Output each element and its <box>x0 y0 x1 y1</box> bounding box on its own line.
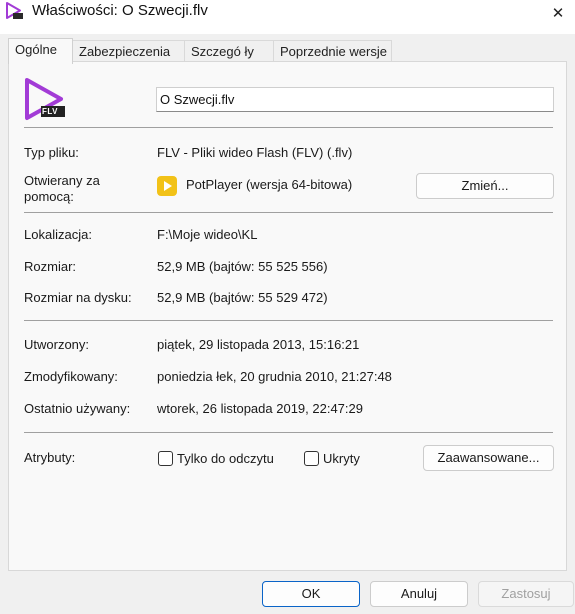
general-panel <box>8 61 567 571</box>
file-type-value: FLV - Pliki wideo Flash (FLV) (.flv) <box>157 145 353 160</box>
created-value: piątek, 29 listopada 2013, 15:16:21 <box>157 337 360 352</box>
opens-with-label-line1: Otwierany za <box>24 173 100 188</box>
ok-button[interactable]: OK <box>262 581 360 607</box>
tab-details[interactable]: Szczegó ły <box>184 40 274 61</box>
filename-input[interactable] <box>156 87 554 112</box>
cancel-button[interactable]: Anuluj <box>370 581 468 607</box>
close-icon: ✕ <box>551 5 565 22</box>
disk-size-label: Rozmiar na dysku: <box>24 290 132 305</box>
modified-label: Zmodyfikowany: <box>24 369 118 384</box>
accessed-value: wtorek, 26 listopada 2019, 22:47:29 <box>157 401 363 416</box>
readonly-label: Tylko do odczytu <box>177 451 274 466</box>
location-value: F:\Moje wideo\KL <box>157 227 258 242</box>
tab-general[interactable]: Ogólne <box>8 38 73 64</box>
window-title: Właściwości: O Szwecji.flv <box>32 2 208 19</box>
size-label: Rozmiar: <box>24 259 77 274</box>
close-button[interactable]: ✕ <box>541 0 575 26</box>
flv-badge: FLV <box>42 107 59 116</box>
tab-security[interactable]: Zabezpieczenia <box>72 40 185 61</box>
accessed-label: Ostatnio używany: <box>24 401 131 416</box>
separator <box>24 212 553 213</box>
opens-with-label: Otwierany za pomocą: <box>24 173 100 205</box>
opens-with-label-line2: pomocą: <box>24 189 74 204</box>
potplayer-icon <box>157 176 177 196</box>
created-label: Utworzony: <box>24 337 90 352</box>
opens-with-value: PotPlayer (wersja 64-bitowa) <box>186 177 353 192</box>
change-button[interactable]: Zmień... <box>416 173 554 199</box>
advanced-button[interactable]: Zaawansowane... <box>423 445 554 471</box>
title-bar: Właściwości: O Szwecji.flv ✕ <box>0 0 575 34</box>
hidden-checkbox[interactable] <box>304 451 319 466</box>
location-label: Lokalizacja: <box>24 227 92 242</box>
separator <box>24 127 553 128</box>
modified-value: poniedzia łek, 20 grudnia 2010, 21:27:48 <box>157 369 392 384</box>
size-value: 52,9 MB (bajtów: 55 525 556) <box>157 259 328 274</box>
flv-large-icon: FLV <box>24 78 68 122</box>
tab-previous-versions[interactable]: Poprzednie wersje <box>273 40 392 61</box>
file-type-label: Typ pliku: <box>24 145 79 160</box>
separator <box>24 432 553 433</box>
flv-file-icon <box>6 2 23 19</box>
separator <box>24 320 553 321</box>
apply-button[interactable]: Zastosuj <box>478 581 574 607</box>
attributes-label: Atrybuty: <box>24 450 76 465</box>
disk-size-value: 52,9 MB (bajtów: 55 529 472) <box>157 290 328 305</box>
readonly-checkbox[interactable] <box>158 451 173 466</box>
hidden-label: Ukryty <box>323 451 360 466</box>
